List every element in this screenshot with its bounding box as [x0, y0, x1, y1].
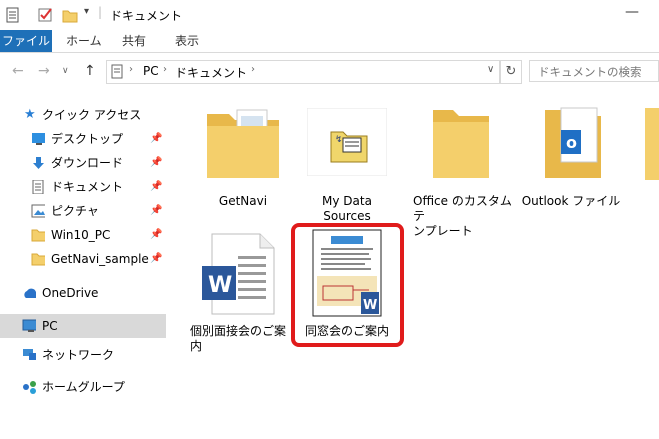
- address-row: ← → ∨ ↑ › PC › ドキュメント › ∨ ↻ ドキュメントの検索: [0, 57, 659, 87]
- properties-icon[interactable]: [6, 7, 20, 23]
- file-label-line: ンプレート: [413, 224, 473, 238]
- svg-text:W: W: [208, 273, 232, 298]
- back-arrow-icon[interactable]: ←: [12, 63, 24, 79]
- breadcrumb-chevron-icon: ›: [251, 64, 255, 75]
- quick-access-dropdown-icon[interactable]: ▾: [84, 6, 89, 17]
- file-label-line: 個別面接会のご案: [190, 324, 287, 338]
- recent-locations-icon[interactable]: ∨: [62, 66, 69, 76]
- file-label: Outlook ファイル: [521, 194, 621, 208]
- star-icon: ★: [24, 107, 36, 122]
- file-item-getnavi[interactable]: GetNavi: [193, 100, 293, 210]
- svg-text:↯: ↯: [335, 135, 343, 145]
- file-label-line: 内: [190, 339, 203, 353]
- sidebar-item-desktop[interactable]: デスクトップ 📌: [0, 128, 166, 150]
- tab-share[interactable]: 共有: [122, 30, 146, 52]
- forward-arrow-icon[interactable]: →: [38, 63, 50, 79]
- file-item-my-data-sources[interactable]: ↯ My Data Sources: [297, 100, 397, 223]
- tab-home[interactable]: ホーム: [66, 30, 102, 52]
- pin-icon[interactable]: 📌: [150, 128, 162, 150]
- computer-icon: [22, 319, 36, 332]
- folder-icon: [433, 110, 489, 178]
- sidebar-item-label: デスクトップ: [51, 132, 124, 146]
- search-input[interactable]: ドキュメントの検索: [529, 60, 659, 82]
- cloud-icon: [24, 288, 36, 298]
- data-source-folder-icon: ↯: [307, 108, 387, 176]
- sidebar-item-pictures[interactable]: ピクチャ 📌: [0, 200, 166, 222]
- network-icon: [23, 349, 36, 360]
- breadcrumb-pc[interactable]: PC: [143, 64, 159, 78]
- file-item-kobetsu-mensetsu[interactable]: W 個別面接会のご案 内: [190, 232, 290, 362]
- file-label: My Data Sources: [322, 194, 372, 223]
- breadcrumb-documents[interactable]: ドキュメント: [175, 64, 247, 81]
- address-bar[interactable]: › PC › ドキュメント › ∨: [106, 60, 500, 84]
- sidebar-item-label: Win10_PC: [51, 228, 111, 242]
- address-dropdown-icon[interactable]: ∨: [487, 64, 494, 75]
- pin-icon[interactable]: 📌: [150, 200, 162, 222]
- pin-icon[interactable]: 📌: [150, 176, 162, 198]
- file-item-outlook-files[interactable]: o Outlook ファイル: [521, 100, 621, 210]
- pc-doc-icon: [111, 64, 123, 79]
- minimize-button[interactable]: —: [625, 4, 639, 20]
- navigation-pane: ★ クイック アクセス デスクトップ 📌 ダウンロード 📌 ドキュメント 📌 ピ…: [0, 92, 166, 439]
- folder-icon: [31, 253, 45, 266]
- sidebar-item-win10-pc[interactable]: Win10_PC 📌: [0, 224, 166, 246]
- folder-icon: [31, 229, 45, 242]
- checkmark-icon[interactable]: [38, 7, 54, 23]
- refresh-icon[interactable]: ↻: [500, 60, 522, 84]
- title-bar: ▾ | ドキュメント —: [0, 0, 659, 30]
- sidebar-item-label: ダウンロード: [51, 156, 124, 170]
- file-label: GetNavi: [218, 194, 268, 208]
- sidebar-item-label: ドキュメント: [51, 180, 124, 194]
- picture-icon: [31, 204, 45, 218]
- sidebar-item-label: ネットワーク: [42, 348, 115, 362]
- window-title: ドキュメント: [110, 9, 183, 23]
- sidebar-item-network[interactable]: ネットワーク: [0, 344, 166, 366]
- sidebar-item-label: PC: [42, 319, 58, 333]
- sidebar-item-label: OneDrive: [42, 286, 99, 300]
- sidebar-item-label: ホームグループ: [42, 380, 125, 394]
- tab-file[interactable]: ファイル: [0, 30, 52, 52]
- sidebar-item-label: ピクチャ: [51, 204, 99, 218]
- up-arrow-icon[interactable]: ↑: [84, 63, 96, 79]
- outlook-folder-icon: o: [545, 107, 601, 178]
- sidebar-item-homegroup[interactable]: ホームグループ: [0, 376, 166, 398]
- homegroup-icon: [23, 381, 36, 394]
- sidebar-item-getnavi-sample[interactable]: GetNavi_sample 📌: [0, 248, 166, 270]
- title-separator: |: [98, 5, 103, 19]
- pin-icon[interactable]: 📌: [150, 224, 162, 246]
- ribbon-tabs: ファイル ホーム 共有 表示: [0, 30, 659, 53]
- sidebar-item-pc[interactable]: PC: [0, 314, 166, 338]
- folder-icon[interactable]: [641, 108, 659, 180]
- sidebar-quick-access[interactable]: ★ クイック アクセス: [0, 104, 166, 126]
- file-label: 個別面接会のご案 内: [190, 324, 290, 354]
- breadcrumb-chevron-icon: ›: [129, 64, 133, 75]
- download-icon: [33, 157, 44, 169]
- sidebar-item-onedrive[interactable]: OneDrive: [0, 282, 166, 304]
- tab-view[interactable]: 表示: [175, 30, 199, 52]
- sidebar-item-label: GetNavi_sample: [51, 252, 149, 266]
- document-icon: [32, 180, 44, 194]
- desktop-icon: [32, 133, 45, 145]
- file-item-office-custom-templates[interactable]: Office のカスタム テ ンプレート: [409, 100, 512, 238]
- breadcrumb-chevron-icon: ›: [163, 64, 167, 75]
- file-label: Office のカスタム テ ンプレート: [413, 194, 513, 239]
- pin-icon[interactable]: 📌: [150, 152, 162, 174]
- word-document-icon: W: [202, 233, 275, 315]
- selection-highlight: [291, 223, 404, 347]
- file-label-line: Office のカスタム テ: [413, 194, 512, 223]
- pin-icon[interactable]: 📌: [150, 248, 162, 270]
- new-folder-icon[interactable]: [62, 7, 78, 23]
- sidebar-item-downloads[interactable]: ダウンロード 📌: [0, 152, 166, 174]
- sidebar-item-documents[interactable]: ドキュメント 📌: [0, 176, 166, 198]
- sidebar-item-label: クイック アクセス: [42, 108, 142, 122]
- folder-icon: [207, 109, 279, 178]
